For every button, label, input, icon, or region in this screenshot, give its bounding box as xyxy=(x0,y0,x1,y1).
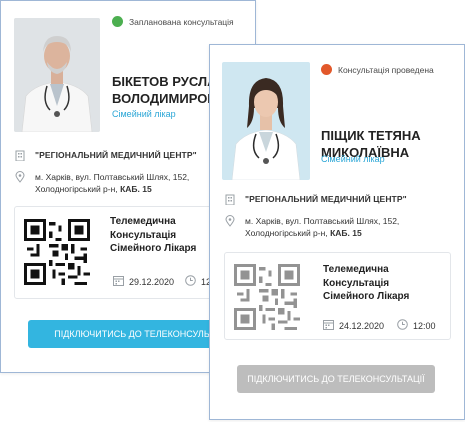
consultation-panel: Телемедична Консультація Сімейного Лікар… xyxy=(224,252,451,340)
address-row: м. Харків, вул. Полтавський Шлях, 152, Х… xyxy=(223,215,399,239)
building-icon xyxy=(13,149,27,164)
time-value: 12:00 xyxy=(413,321,436,331)
doctor-role: Сімейний лікар xyxy=(112,109,176,119)
join-teleconsultation-button: ПІДКЛЮЧИТИСЬ ДО ТЕЛЕКОНСУЛЬТАЦІЇ xyxy=(237,365,435,393)
address-line-1: м. Харків, вул. Полтавський Шлях, 152, xyxy=(245,216,400,226)
consultation-title: Телемедична Консультація Сімейного Лікар… xyxy=(323,263,409,304)
status-label: Консультація проведена xyxy=(338,64,434,75)
date-value: 29.12.2020 xyxy=(129,277,175,287)
qr-code-icon[interactable] xyxy=(24,219,90,285)
consultation-title: Телемедична Консультація Сімейного Лікар… xyxy=(110,215,196,256)
address-line-2: Холодногірський р-н, xyxy=(245,228,328,238)
doctor-photo xyxy=(14,18,100,132)
address-line-2: Холодногірський р-н, xyxy=(35,184,118,194)
consultation-title-line-2: Консультація xyxy=(323,277,390,289)
consultation-time: 12:00 xyxy=(397,319,436,333)
room-number: КАБ. 15 xyxy=(330,228,362,238)
doctor-role: Сімейний лікар xyxy=(321,154,385,164)
building-icon xyxy=(223,193,237,208)
consultation-title-line-3: Сімейного Лікаря xyxy=(323,291,410,302)
clinic-name: "РЕГІОНАЛЬНИЙ МЕДИЧНИЙ ЦЕНТР" xyxy=(245,194,407,204)
location-pin-icon xyxy=(13,171,27,186)
location-pin-icon xyxy=(223,215,237,230)
doctor-last-first-name: ПІЩИК ТЕТЯНА xyxy=(321,128,421,143)
clinic-row: "РЕГІОНАЛЬНИЙ МЕДИЧНИЙ ЦЕНТР" xyxy=(13,149,197,164)
date-value: 24.12.2020 xyxy=(339,321,385,331)
calendar-icon xyxy=(113,275,124,289)
status-badge: Консультація проведена xyxy=(321,64,434,75)
doctor-photo xyxy=(222,62,310,180)
clinic-row: "РЕГІОНАЛЬНИЙ МЕДИЧНИЙ ЦЕНТР" xyxy=(223,193,407,208)
consultation-title-line-2: Консультація xyxy=(110,229,177,241)
clinic-name: "РЕГІОНАЛЬНИЙ МЕДИЧНИЙ ЦЕНТР" xyxy=(35,150,197,160)
status-dot-icon xyxy=(321,64,332,75)
consultation-title-line-1: Телемедична xyxy=(110,216,176,227)
consultation-date: 29.12.2020 xyxy=(113,275,174,289)
status-dot-icon xyxy=(112,16,123,27)
qr-code-icon xyxy=(234,264,300,330)
address-line-1: м. Харків, вул. Полтавський Шлях, 152, xyxy=(35,172,190,182)
consultation-date: 24.12.2020 xyxy=(323,319,384,333)
address-row: м. Харків, вул. Полтавський Шлях, 152, Х… xyxy=(13,171,189,195)
room-number: КАБ. 15 xyxy=(120,184,152,194)
clock-icon xyxy=(397,319,408,333)
status-label: Запланована консультація xyxy=(129,16,234,27)
calendar-icon xyxy=(323,319,334,333)
status-badge: Запланована консультація xyxy=(112,16,234,27)
consultation-card-completed: Консультація проведена ПІЩИК ТЕТЯНА МИКО… xyxy=(209,44,465,420)
consultation-title-line-1: Телемедична xyxy=(323,264,389,275)
clock-icon xyxy=(185,275,196,289)
consultation-title-line-3: Сімейного Лікаря xyxy=(110,243,197,254)
